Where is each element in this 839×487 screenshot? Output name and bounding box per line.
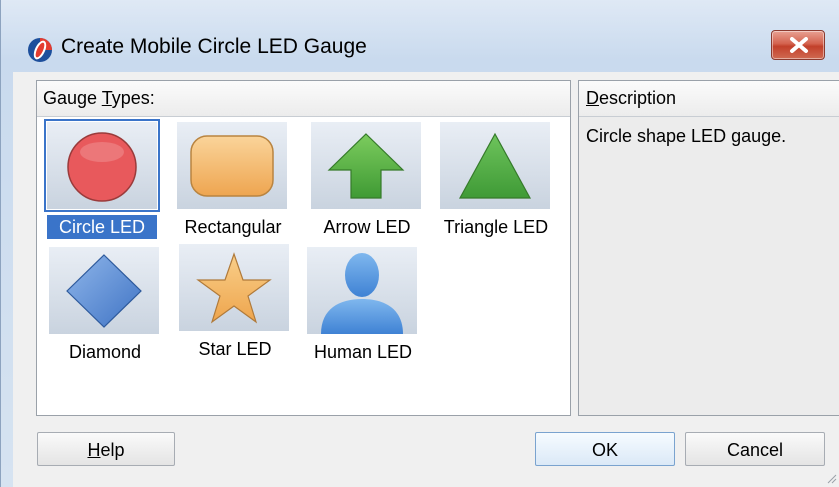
gauge-label: Circle LED [47, 215, 157, 239]
person-icon [321, 253, 403, 334]
diamond-icon [66, 254, 142, 328]
gauge-thumb [307, 247, 417, 334]
circle-icon [67, 132, 137, 202]
gauge-item-star-led[interactable]: Star LED [171, 239, 299, 363]
gauge-thumb [179, 244, 289, 331]
cancel-button[interactable]: Cancel [685, 432, 825, 466]
gauge-label: Rectangular [184, 217, 282, 237]
description-text: Circle shape LED gauge. [579, 117, 839, 415]
create-gauge-dialog: Create Mobile Circle LED Gauge Gauge Typ… [0, 0, 839, 487]
gauge-thumb [44, 119, 160, 212]
gauge-item-circle-led[interactable]: Circle LED [39, 117, 167, 241]
gauge-item-diamond[interactable]: Diamond [41, 242, 169, 366]
description-panel: Description Circle shape LED gauge. [578, 80, 839, 416]
gauge-thumb [311, 122, 421, 209]
oracle-jdev-icon [28, 38, 52, 62]
gauge-label: Human LED [313, 342, 413, 362]
gauge-thumb [440, 122, 550, 209]
window-title: Create Mobile Circle LED Gauge [61, 35, 367, 58]
gauge-label: Triangle LED [443, 217, 549, 237]
gauge-item-arrow-led[interactable]: Arrow LED [303, 117, 431, 241]
rounded-rectangle-icon [190, 135, 274, 197]
close-button[interactable] [771, 30, 825, 60]
gauge-types-panel: Gauge Types: Circle LED Rectangular Arro… [36, 80, 571, 416]
gauge-item-human-led[interactable]: Human LED [299, 242, 427, 366]
gauge-thumb [177, 122, 287, 209]
gauge-label: Star LED [198, 339, 272, 359]
ok-button[interactable]: OK [535, 432, 675, 466]
triangle-icon [458, 132, 532, 199]
gauge-label: Diamond [68, 342, 142, 362]
gauge-item-rectangular[interactable]: Rectangular [169, 117, 297, 241]
resize-grip-icon[interactable] [825, 472, 837, 484]
dialog-body: Gauge Types: Circle LED Rectangular Arro… [13, 72, 839, 487]
close-x-icon [790, 37, 808, 53]
gauge-thumb [49, 247, 159, 334]
gauge-item-triangle-led[interactable]: Triangle LED [432, 117, 560, 241]
gauge-label: Arrow LED [323, 217, 411, 237]
description-header: Description [579, 81, 839, 117]
arrow-up-icon [327, 133, 405, 199]
gauge-types-header: Gauge Types: [37, 81, 570, 117]
help-button[interactable]: Help [37, 432, 175, 466]
star-icon [196, 252, 272, 324]
